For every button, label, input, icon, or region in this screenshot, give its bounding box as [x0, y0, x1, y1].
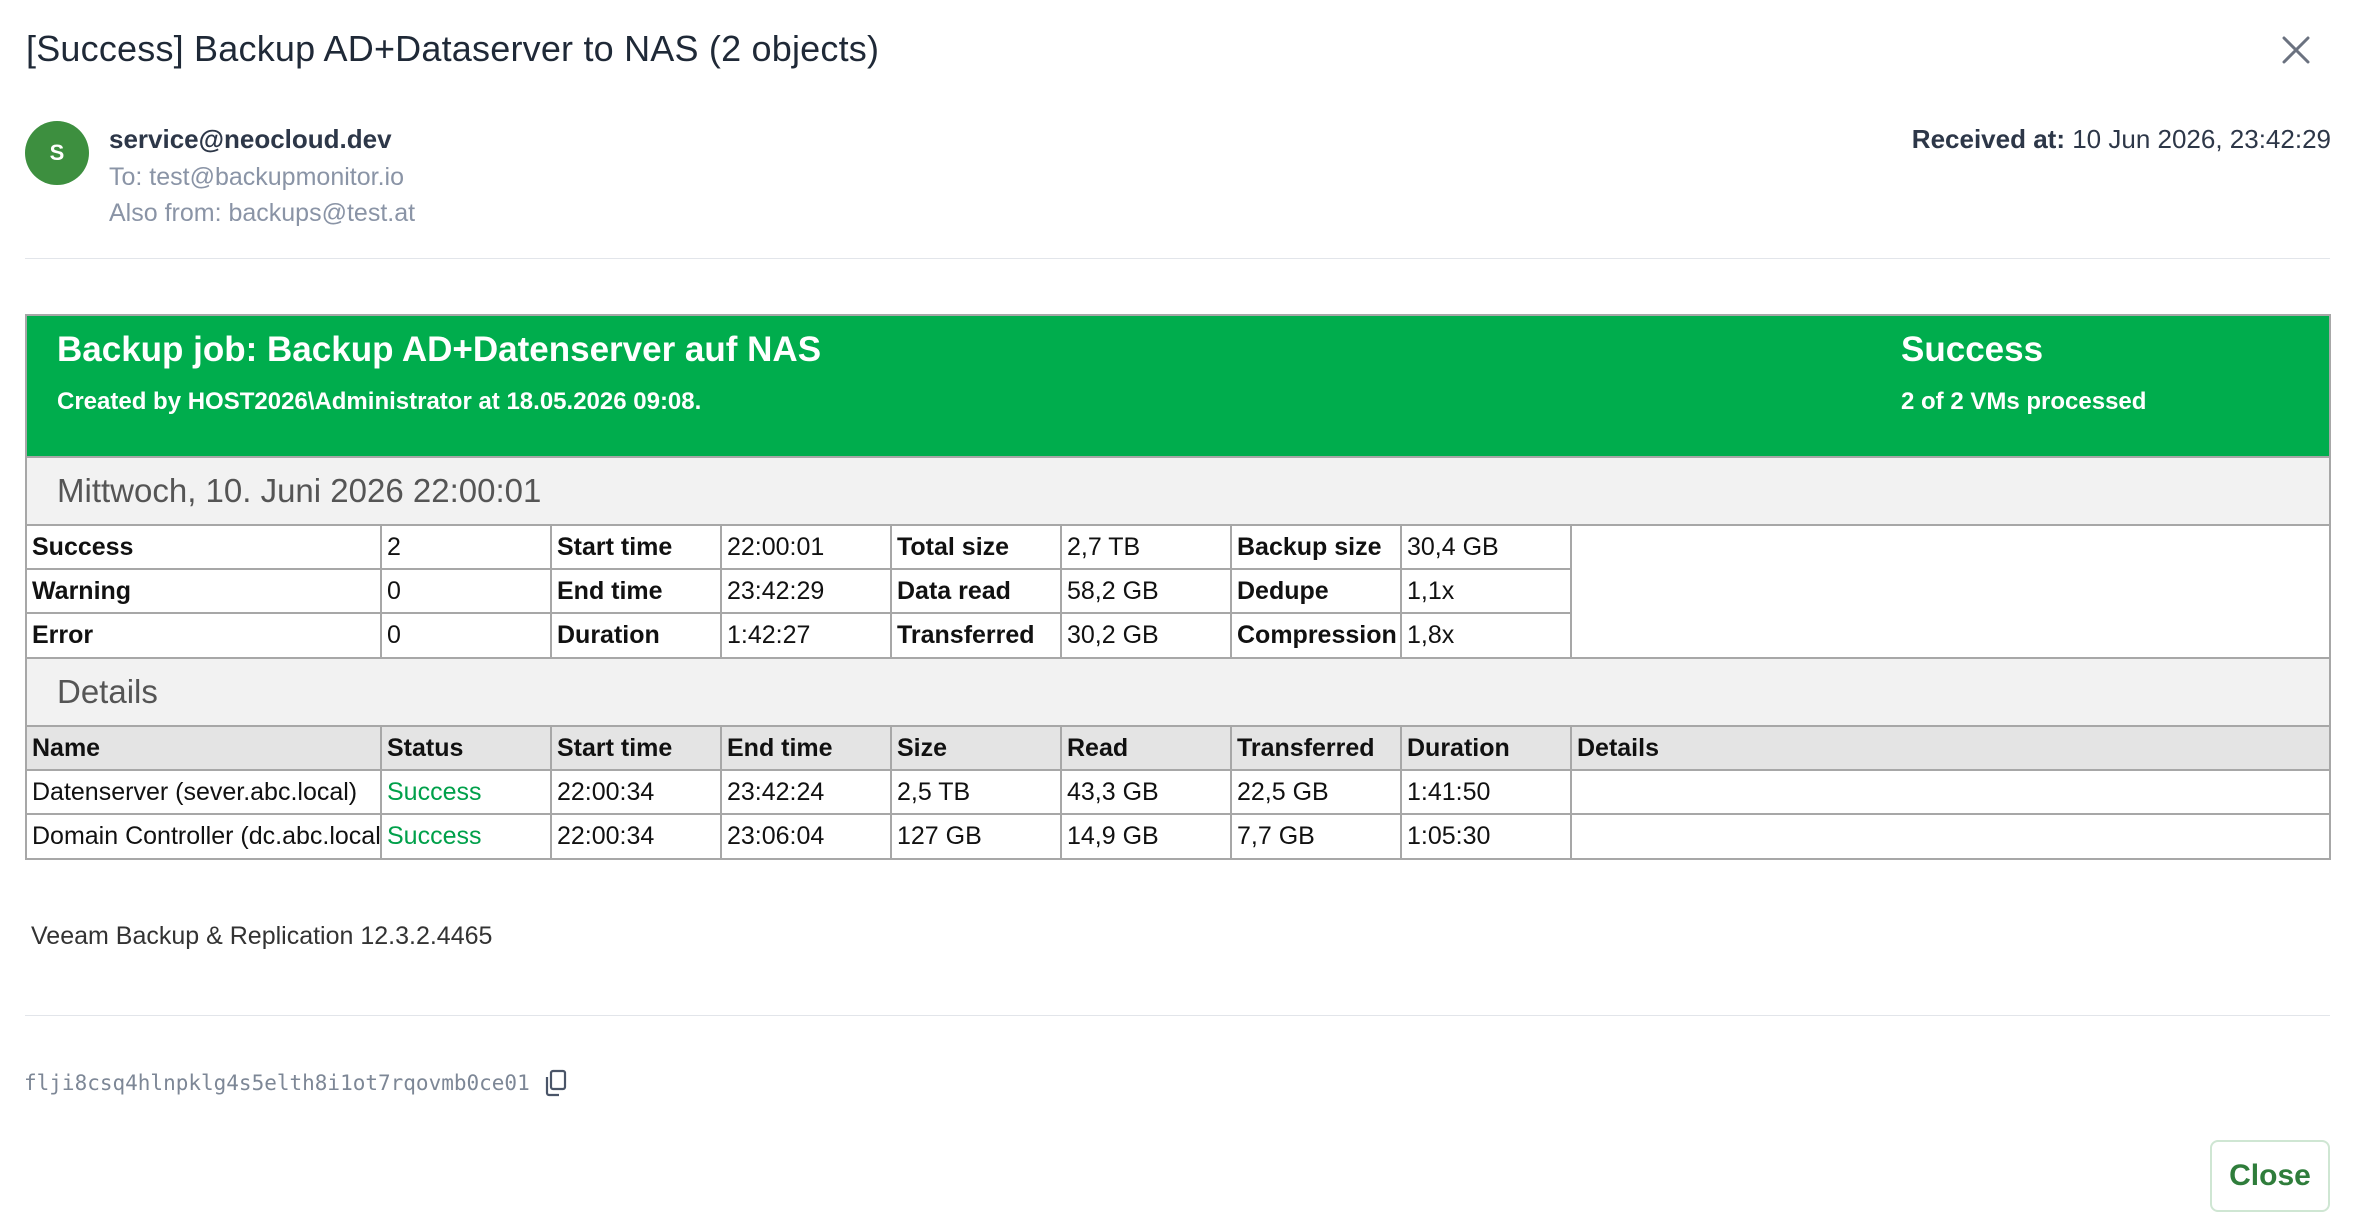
summary-row: Error 0 Duration 1:42:27 Transferred 30,… — [27, 612, 2329, 657]
vm-name-cell: Domain Controller (dc.abc.local) — [27, 813, 382, 858]
column-header: Status — [380, 725, 552, 771]
summary-cell: 1:42:27 — [720, 612, 892, 657]
summary-cell: Dedupe — [1230, 568, 1402, 614]
column-header: Size — [890, 725, 1062, 771]
table-cell: 22,5 GB — [1230, 769, 1402, 815]
table-cell: 1:41:50 — [1400, 769, 1572, 815]
summary-cell: 23:42:29 — [720, 568, 892, 614]
received-timestamp: Received at: 10 Jun 2026, 23:42:29 — [1912, 124, 2331, 155]
backup-report: Backup job: Backup AD+Datenserver auf NA… — [25, 314, 2331, 860]
column-header: Transferred — [1230, 725, 1402, 771]
summary-cell: 58,2 GB — [1060, 568, 1232, 614]
column-header: Name — [27, 725, 382, 771]
summary-cell: 30,4 GB — [1400, 524, 1572, 570]
close-button[interactable]: Close — [2210, 1140, 2330, 1212]
summary-cell: 2,7 TB — [1060, 524, 1232, 570]
table-cell: 43,3 GB — [1060, 769, 1232, 815]
summary-empty-cell — [1570, 613, 2329, 657]
summary-cell: 0 — [380, 568, 552, 614]
dialog-title: [Success] Backup AD+Dataserver to NAS (2… — [26, 28, 880, 69]
close-icon[interactable] — [2278, 32, 2314, 68]
table-cell: 22:00:34 — [550, 769, 722, 815]
summary-cell: Backup size — [1230, 524, 1402, 570]
sender-address: service@neocloud.dev — [109, 124, 392, 154]
table-cell: 23:06:04 — [720, 813, 892, 858]
summary-cell: 1,1x — [1400, 568, 1572, 614]
job-title: Backup job: Backup AD+Datenserver auf NA… — [57, 330, 822, 369]
job-processed-count: 2 of 2 VMs processed — [1901, 388, 2147, 415]
summary-cell: End time — [550, 568, 722, 614]
table-cell: 7,7 GB — [1230, 813, 1402, 858]
avatar: S — [25, 121, 89, 185]
summary-cell: 1,8x — [1400, 612, 1572, 657]
divider — [25, 258, 2330, 259]
table-row: Domain Controller (dc.abc.local) Success… — [27, 813, 2329, 858]
summary-cell: Compression — [1230, 612, 1402, 657]
column-header: Start time — [550, 725, 722, 771]
summary-cell: Data read — [890, 568, 1062, 614]
summary-cell: Transferred — [890, 612, 1062, 657]
summary-cell: 2 — [380, 524, 552, 570]
summary-cell: 30,2 GB — [1060, 612, 1232, 657]
recipient-line: To: test@backupmonitor.io — [109, 163, 404, 191]
table-cell: 127 GB — [890, 813, 1062, 858]
divider — [25, 1015, 2330, 1016]
table-row: Datenserver (sever.abc.local) Success 22… — [27, 769, 2329, 815]
summary-cell: Success — [27, 524, 382, 570]
summary-empty-cell — [1570, 569, 2329, 613]
message-id: flji8csq4hlnpklg4s5elth8i1ot7rqovmb0ce01 — [24, 1071, 530, 1095]
run-date-heading: Mittwoch, 10. Juni 2026 22:00:01 — [27, 456, 2329, 524]
also-from-line: Also from: backups@test.at — [109, 199, 416, 227]
table-cell: 1:05:30 — [1400, 813, 1572, 858]
vm-name-cell: Datenserver (sever.abc.local) — [27, 769, 382, 815]
summary-cell: 22:00:01 — [720, 524, 892, 570]
table-cell: 14,9 GB — [1060, 813, 1232, 858]
table-cell — [1570, 769, 2329, 815]
summary-cell: Total size — [890, 524, 1062, 570]
summary-cell: Warning — [27, 568, 382, 614]
summary-cell: 0 — [380, 612, 552, 657]
summary-cell: Duration — [550, 612, 722, 657]
software-version: Veeam Backup & Replication 12.3.2.4465 — [31, 922, 493, 950]
details-heading: Details — [27, 657, 2329, 725]
column-header: Read — [1060, 725, 1232, 771]
column-header: Details — [1570, 725, 2329, 771]
summary-empty-cell — [1570, 524, 2329, 569]
summary-cell: Error — [27, 612, 382, 657]
received-value: 10 Jun 2026, 23:42:29 — [2072, 124, 2331, 154]
message-dialog: [Success] Backup AD+Dataserver to NAS (2… — [0, 0, 2353, 1227]
table-cell: 23:42:24 — [720, 769, 892, 815]
job-created-info: Created by HOST2026\Administrator at 18.… — [57, 388, 702, 415]
details-header-row: Name Status Start time End time Size Rea… — [27, 725, 2329, 771]
details-table: Name Status Start time End time Size Rea… — [27, 725, 2329, 858]
column-header: End time — [720, 725, 892, 771]
received-label: Received at: — [1911, 124, 2065, 154]
job-banner: Backup job: Backup AD+Datenserver auf NA… — [27, 316, 2329, 456]
column-header: Duration — [1400, 725, 1572, 771]
table-cell: 22:00:34 — [550, 813, 722, 858]
job-status: Success — [1901, 330, 2044, 369]
summary-table: Success 2 Start time 22:00:01 Total size… — [27, 524, 2329, 657]
vm-status-cell: Success — [380, 813, 552, 858]
summary-cell: Start time — [550, 524, 722, 570]
vm-status-cell: Success — [380, 769, 552, 815]
copy-icon[interactable] — [543, 1069, 569, 1097]
summary-row: Success 2 Start time 22:00:01 Total size… — [27, 524, 2329, 570]
table-cell — [1570, 813, 2329, 858]
table-cell: 2,5 TB — [890, 769, 1062, 815]
summary-row: Warning 0 End time 23:42:29 Data read 58… — [27, 568, 2329, 614]
